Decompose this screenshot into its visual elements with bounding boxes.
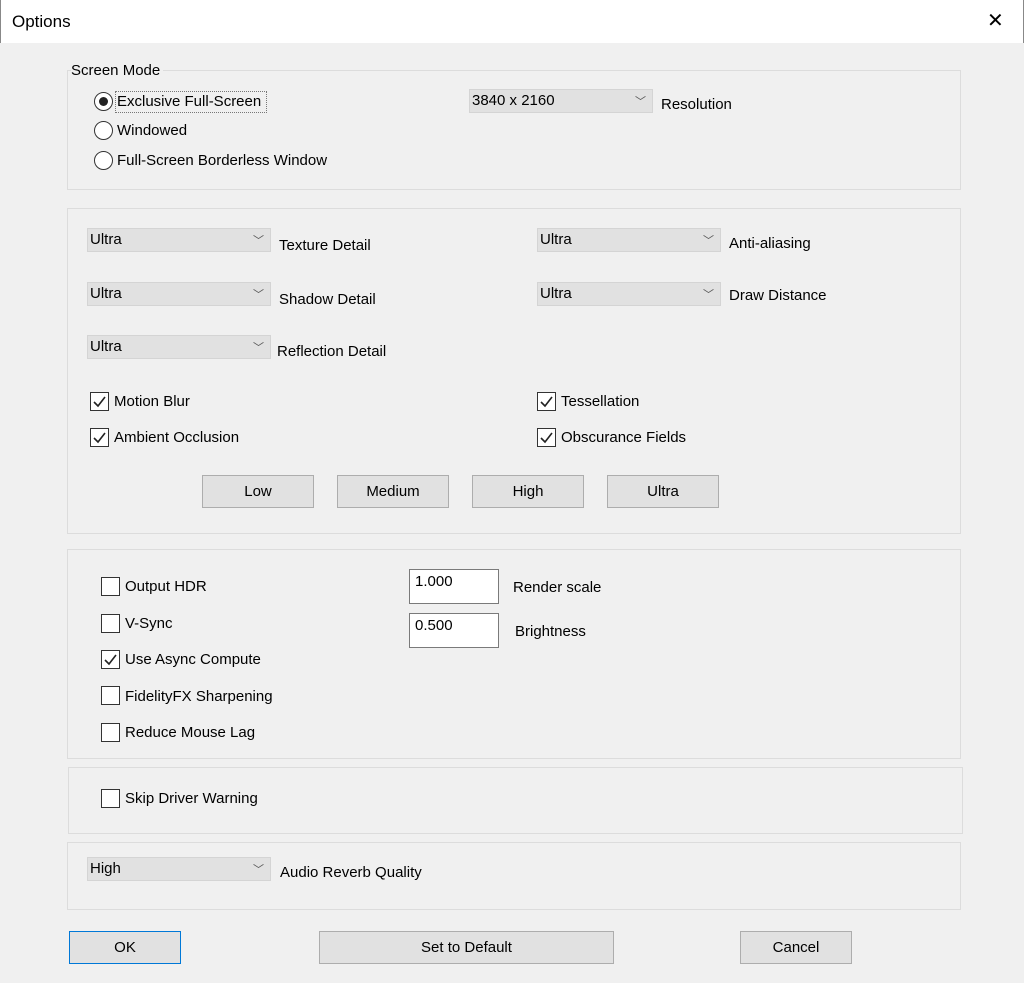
checkmark-icon	[93, 432, 106, 444]
checkmark-icon	[104, 654, 117, 666]
window-title: Options	[12, 12, 71, 31]
checkbox-label[interactable]: FidelityFX Sharpening	[125, 688, 273, 705]
chevron-down-icon: ﹀	[253, 289, 264, 301]
texture-detail-label: Texture Detail	[279, 237, 371, 254]
checkmark-icon	[540, 396, 553, 408]
radio-windowed[interactable]	[94, 121, 113, 140]
resolution-label: Resolution	[661, 96, 732, 113]
shadow-detail-label: Shadow Detail	[279, 291, 376, 308]
fidelityfx-checkbox[interactable]	[101, 686, 120, 705]
vsync-checkbox[interactable]	[101, 614, 120, 633]
dropdown-value: Ultra	[90, 231, 122, 248]
preset-medium-button[interactable]: Medium	[337, 475, 449, 508]
ambient-occlusion-checkbox[interactable]	[90, 428, 109, 447]
dropdown-value: Ultra	[90, 285, 122, 302]
checkbox-label[interactable]: Ambient Occlusion	[114, 429, 239, 446]
checkbox-label[interactable]: V-Sync	[125, 615, 173, 632]
radio-exclusive-fullscreen[interactable]	[94, 92, 113, 111]
radio-borderless[interactable]	[94, 151, 113, 170]
screen-mode-label: Screen Mode	[71, 62, 164, 79]
chevron-down-icon: ﹀	[253, 235, 264, 247]
checkbox-label[interactable]: Output HDR	[125, 578, 207, 595]
obscurance-fields-checkbox[interactable]	[537, 428, 556, 447]
draw-distance-label: Draw Distance	[729, 287, 827, 304]
preset-low-button[interactable]: Low	[202, 475, 314, 508]
checkbox-label[interactable]: Reduce Mouse Lag	[125, 724, 255, 741]
radio-label[interactable]: Full-Screen Borderless Window	[117, 152, 327, 169]
brightness-input[interactable]: 0.500	[409, 613, 499, 648]
dropdown-value: Ultra	[90, 338, 122, 355]
radio-label[interactable]: Windowed	[117, 122, 187, 139]
reflection-detail-dropdown[interactable]: Ultra ﹀	[87, 335, 271, 359]
cancel-button[interactable]: Cancel	[740, 931, 852, 964]
dropdown-value: 3840 x 2160	[472, 92, 555, 109]
dropdown-value: Ultra	[540, 231, 572, 248]
dropdown-value: High	[90, 860, 121, 877]
focus-rect	[115, 91, 267, 113]
checkmark-icon	[93, 396, 106, 408]
chevron-down-icon: ﹀	[635, 96, 646, 108]
chevron-down-icon: ﹀	[703, 289, 714, 301]
resolution-dropdown[interactable]: 3840 x 2160 ﹀	[469, 89, 653, 113]
anti-aliasing-label: Anti-aliasing	[729, 235, 811, 252]
screen-mode-group	[67, 70, 961, 190]
output-hdr-checkbox[interactable]	[101, 577, 120, 596]
checkmark-icon	[540, 432, 553, 444]
skip-driver-warning-checkbox[interactable]	[101, 789, 120, 808]
chevron-down-icon: ﹀	[253, 342, 264, 354]
audio-reverb-dropdown[interactable]: High ﹀	[87, 857, 271, 881]
preset-high-button[interactable]: High	[472, 475, 584, 508]
title-bar: Options ✕	[0, 0, 1024, 43]
checkbox-label[interactable]: Obscurance Fields	[561, 429, 686, 446]
reduce-mouse-lag-checkbox[interactable]	[101, 723, 120, 742]
texture-detail-dropdown[interactable]: Ultra ﹀	[87, 228, 271, 252]
tessellation-checkbox[interactable]	[537, 392, 556, 411]
render-scale-input[interactable]: 1.000	[409, 569, 499, 604]
draw-distance-dropdown[interactable]: Ultra ﹀	[537, 282, 721, 306]
preset-ultra-button[interactable]: Ultra	[607, 475, 719, 508]
close-icon[interactable]: ✕	[987, 8, 1004, 33]
reflection-detail-label: Reflection Detail	[277, 343, 387, 360]
checkbox-label[interactable]: Skip Driver Warning	[125, 790, 258, 807]
async-compute-checkbox[interactable]	[101, 650, 120, 669]
dropdown-value: Ultra	[540, 285, 572, 302]
motion-blur-checkbox[interactable]	[90, 392, 109, 411]
chevron-down-icon: ﹀	[253, 864, 264, 876]
brightness-label: Brightness	[515, 623, 586, 640]
render-scale-label: Render scale	[513, 579, 602, 596]
ok-button[interactable]: OK	[69, 931, 181, 964]
checkbox-label[interactable]: Use Async Compute	[125, 651, 261, 668]
checkbox-label[interactable]: Motion Blur	[114, 393, 190, 410]
chevron-down-icon: ﹀	[703, 235, 714, 247]
set-to-default-button[interactable]: Set to Default	[319, 931, 614, 964]
anti-aliasing-dropdown[interactable]: Ultra ﹀	[537, 228, 721, 252]
checkbox-label[interactable]: Tessellation	[561, 393, 639, 410]
shadow-detail-dropdown[interactable]: Ultra ﹀	[87, 282, 271, 306]
audio-reverb-label: Audio Reverb Quality	[280, 864, 422, 881]
